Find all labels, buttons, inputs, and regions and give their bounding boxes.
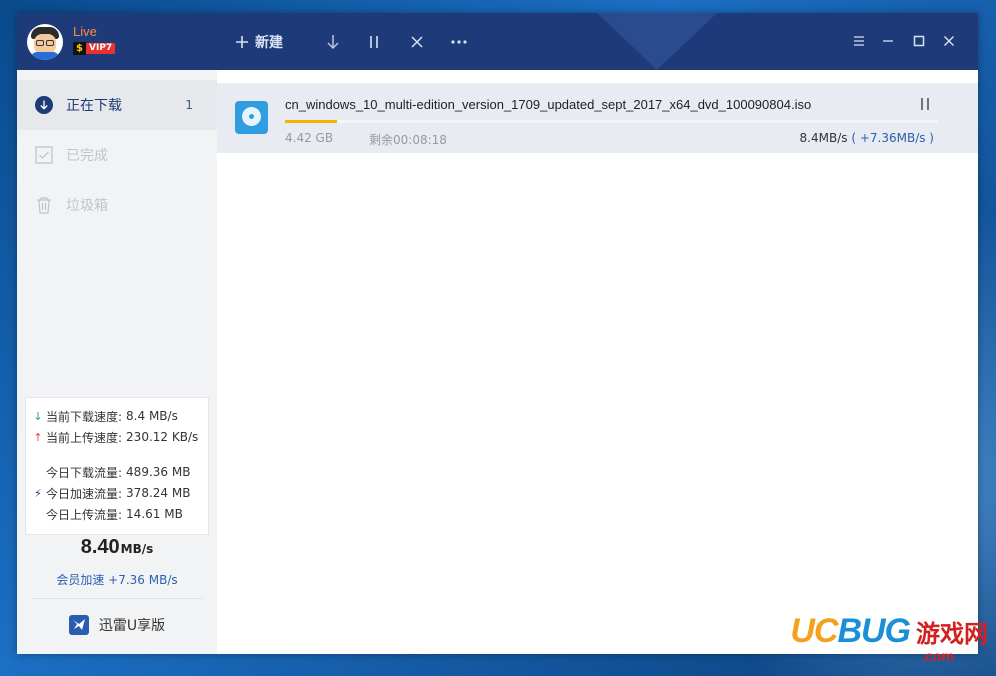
start-all-button[interactable] (326, 31, 340, 53)
download-arrow-icon (327, 35, 339, 50)
current-download-speed: ↓ 当前下载速度: 8.4 MB/s (33, 409, 178, 424)
avatar[interactable] (27, 24, 63, 60)
up-arrow-icon: ↑ (33, 430, 43, 444)
download-count-badge: 1 (185, 98, 193, 112)
speed-stats-panel: ↓ 当前下载速度: 8.4 MB/s ↑ 当前上传速度: 230.12 KB/s… (25, 397, 209, 535)
divider (31, 598, 203, 599)
task-filename: cn_windows_10_multi-edition_version_1709… (285, 97, 812, 112)
sidebar: 正在下载 1 已完成 垃圾箱 ↓ 当前下载速度: 8.4 MB/s ↑ 当前上传… (17, 70, 217, 654)
menu-button[interactable] (849, 31, 869, 51)
down-arrow-icon: ↓ (33, 409, 43, 423)
checkbox-icon (35, 146, 53, 164)
today-upload-traffic: 今日上传流量: 14.61 MB (46, 507, 183, 522)
titlebar-decoration (597, 13, 717, 70)
vip-s-icon: $ (73, 42, 86, 55)
delete-button[interactable] (410, 31, 424, 53)
minimize-button[interactable] (878, 31, 898, 51)
hamburger-icon (854, 36, 864, 46)
sidebar-item-trash[interactable]: 垃圾箱 (17, 180, 217, 230)
member-accel-text[interactable]: 会员加速 +7.36 MB/s (17, 571, 217, 588)
task-remaining-time: 剩余00:08:18 (369, 133, 447, 147)
today-accelerated-traffic: ⚡ 今日加速流量: 378.24 MB (34, 486, 191, 501)
sidebar-item-label: 垃圾箱 (66, 198, 108, 214)
total-speed-unit: MB/s (120, 542, 154, 556)
more-button[interactable] (450, 31, 468, 53)
minimize-icon (883, 40, 893, 42)
new-task-label: 新建 (255, 35, 283, 51)
close-x-icon (411, 36, 423, 48)
title-bar: Live $ VIP7 新建 (17, 13, 978, 70)
vip-level: VIP7 (86, 43, 116, 54)
sidebar-item-downloading[interactable]: 正在下载 1 (17, 80, 217, 130)
new-task-button[interactable]: 新建 (235, 31, 283, 53)
pause-all-button[interactable] (367, 31, 381, 53)
uban-label: 迅雷U享版 (98, 618, 166, 634)
current-upload-speed: ↑ 当前上传速度: 230.12 KB/s (33, 430, 199, 445)
app-window: Live $ VIP7 新建 正在下载 1 已完成 垃圾箱 ↓ 当前下载速度: … (17, 13, 978, 654)
download-task-row[interactable]: cn_windows_10_multi-edition_version_1709… (217, 83, 978, 153)
total-speed-value: 8.40 (80, 536, 120, 558)
total-speed-display: 8.40MB/s (17, 536, 217, 559)
vip-badge[interactable]: $ VIP7 (73, 42, 116, 55)
task-pause-button[interactable] (917, 97, 933, 111)
sidebar-item-completed[interactable]: 已完成 (17, 130, 217, 180)
thunder-bird-icon (68, 615, 89, 635)
maximize-icon (913, 35, 925, 47)
task-speed-value: 8.4MB/s (799, 131, 848, 145)
more-dots-icon (451, 40, 467, 44)
close-icon (944, 36, 954, 46)
task-accel-value: ( +7.36MB/s ) (851, 131, 934, 145)
live-label: Live (73, 24, 97, 39)
sidebar-item-label: 已完成 (66, 148, 108, 164)
task-progress-bar (285, 120, 938, 123)
task-progress-fill (285, 120, 338, 123)
today-download-traffic: 今日下载流量: 489.36 MB (46, 465, 191, 480)
pause-icon (370, 36, 378, 48)
task-size: 4.42 GB (285, 131, 334, 145)
site-watermark: UC BUG 游戏网 .com (790, 612, 988, 664)
download-list: cn_windows_10_multi-edition_version_1709… (217, 70, 978, 654)
task-speed: 8.4MB/s ( +7.36MB/s ) (800, 131, 934, 145)
disc-icon (235, 101, 268, 134)
maximize-button[interactable] (909, 31, 929, 51)
sidebar-item-label: 正在下载 (66, 98, 122, 114)
trash-icon (37, 197, 51, 214)
download-circle-icon (35, 96, 53, 114)
lightning-icon: ⚡ (34, 486, 42, 500)
plus-icon (236, 36, 248, 48)
uban-button[interactable]: 迅雷U享版 (17, 610, 217, 640)
close-button[interactable] (939, 31, 959, 51)
